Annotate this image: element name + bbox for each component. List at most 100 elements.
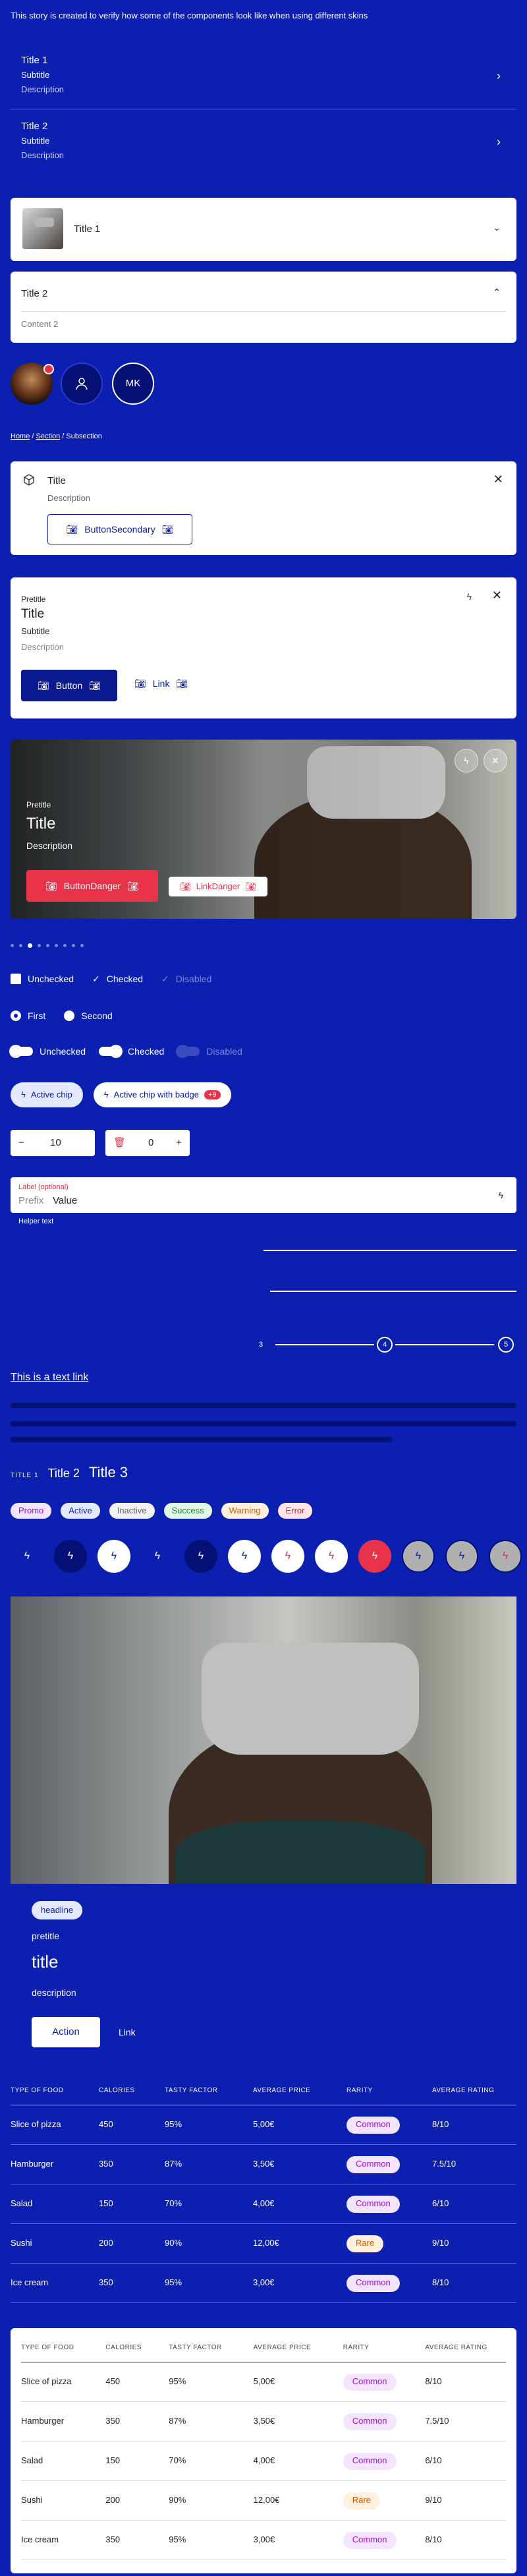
lightning-icon-button-danger[interactable]: ϟ xyxy=(358,1540,391,1573)
card-description: Description xyxy=(21,642,65,652)
dot[interactable] xyxy=(72,944,75,947)
lightning-icon-button-media[interactable]: ϟ xyxy=(489,1540,522,1573)
active-chip[interactable]: ϟ Active chip xyxy=(11,1082,83,1107)
link-button[interactable]: 📷︎ Link 📷︎ xyxy=(134,678,188,689)
table-cell: 95% xyxy=(169,2534,186,2545)
check-icon: ✓ xyxy=(92,974,100,984)
dot[interactable] xyxy=(80,944,84,947)
lightning-icon-button-media[interactable]: ϟ xyxy=(402,1540,435,1573)
switch-unchecked[interactable]: Unchecked xyxy=(9,1045,86,1059)
step-current[interactable]: 3 xyxy=(253,1337,269,1353)
active-chip-with-badge[interactable]: ϟ Active chip with badge +9 xyxy=(93,1082,231,1107)
quantity-stepper[interactable]: − 10 xyxy=(11,1130,95,1156)
rarity-tag: Rare xyxy=(343,2492,380,2509)
lightning-icon-button-media[interactable]: ϟ xyxy=(445,1540,478,1573)
slider-track[interactable] xyxy=(270,1291,516,1292)
switch-checked[interactable]: Checked xyxy=(99,1045,165,1059)
table-cell: 5,00€ xyxy=(253,2376,275,2387)
breadcrumb: Home / Section / Subsection xyxy=(11,432,102,440)
checkbox-unchecked[interactable]: Unchecked xyxy=(11,973,74,985)
list-item[interactable]: Title 1 Subtitle Description › xyxy=(11,44,516,109)
lightning-icon: ϟ xyxy=(103,1089,109,1099)
secondary-button[interactable]: 📷︎ ButtonSecondary 📷︎ xyxy=(47,514,192,544)
text-field[interactable]: Label (optional) Prefix Value ϟ xyxy=(11,1177,516,1213)
dot[interactable] xyxy=(19,944,22,947)
title-2: Title 2 xyxy=(47,1467,80,1480)
media-card-link[interactable]: Link xyxy=(119,2026,136,2038)
lightning-icon-button[interactable]: ϟ xyxy=(11,1540,43,1573)
stepper-value: 0 xyxy=(148,1137,154,1149)
lightning-icon-button[interactable]: ϟ xyxy=(184,1540,217,1573)
switch-label: Unchecked xyxy=(40,1046,86,1057)
camera-icon: 📷︎ xyxy=(127,880,139,891)
rarity-cell: Rare xyxy=(343,2492,426,2509)
trash-icon[interactable]: 🗑︎ xyxy=(113,1136,126,1150)
lightning-icon[interactable]: ϟ xyxy=(455,749,478,773)
rarity-cell: Common xyxy=(343,2413,426,2430)
breadcrumb-section[interactable]: Section xyxy=(36,432,61,440)
rarity-tag: Common xyxy=(347,2116,400,2134)
lightning-icon-button[interactable]: ϟ xyxy=(97,1540,130,1573)
rarity-tag: Common xyxy=(343,2373,397,2391)
text-link[interactable]: This is a text link xyxy=(11,1371,88,1385)
dot-active[interactable] xyxy=(28,943,32,948)
lightning-icon-button-danger[interactable]: ϟ xyxy=(315,1540,348,1573)
dot[interactable] xyxy=(55,944,58,947)
column-header: CALORIES xyxy=(105,2344,142,2351)
dot[interactable] xyxy=(63,944,67,947)
danger-button-label: ButtonDanger xyxy=(63,880,121,891)
minus-icon[interactable]: − xyxy=(18,1136,24,1150)
table-cell: Salad xyxy=(11,2198,33,2209)
step-4[interactable]: 4 xyxy=(377,1337,393,1353)
slider-track[interactable] xyxy=(264,1250,516,1251)
table-cell: 8/10 xyxy=(425,2534,442,2545)
table-cell: 6/10 xyxy=(432,2198,449,2209)
quantity-stepper[interactable]: 🗑︎ 0 + xyxy=(105,1130,190,1156)
dot[interactable] xyxy=(38,944,41,947)
table-cell: Hamburger xyxy=(11,2159,54,2169)
breadcrumb-home[interactable]: Home xyxy=(11,432,30,440)
close-icon[interactable]: ✕ xyxy=(484,749,507,773)
carousel-dots[interactable] xyxy=(11,943,84,948)
lightning-icon-button[interactable]: ϟ xyxy=(141,1540,174,1573)
card-title: Title xyxy=(21,607,45,621)
table-header: TYPE OF FOOD CALORIES TASTY FACTOR AVERAGE … xyxy=(21,2333,506,2362)
switch-disabled: Disabled xyxy=(176,1045,242,1059)
table-cell: Slice of pizza xyxy=(21,2376,72,2387)
avatar-user-icon[interactable] xyxy=(61,363,103,405)
dot[interactable] xyxy=(46,944,49,947)
switch-label: Checked xyxy=(128,1046,165,1057)
avatar-photo[interactable] xyxy=(11,363,54,405)
field-value[interactable]: Value xyxy=(53,1194,77,1208)
lightning-icon-button[interactable]: ϟ xyxy=(228,1540,261,1573)
radio-first[interactable]: First xyxy=(11,1010,45,1022)
primary-button[interactable]: 📷︎ Button 📷︎ xyxy=(21,670,117,701)
close-icon[interactable]: ✕ xyxy=(492,588,502,603)
chevron-up-icon: ⌃ xyxy=(493,287,501,297)
table-cell: 3,50€ xyxy=(253,2416,275,2426)
close-icon[interactable]: ✕ xyxy=(493,472,503,487)
table-cell: 95% xyxy=(165,2277,182,2288)
step-5[interactable]: 5 xyxy=(498,1337,514,1353)
avatar-initials[interactable]: MK xyxy=(112,363,154,405)
switch-group: Unchecked Checked Disabled xyxy=(9,1045,242,1059)
lightning-icon[interactable]: ϟ xyxy=(499,1189,503,1201)
danger-link[interactable]: 📷︎ LinkDanger 📷︎ xyxy=(169,877,267,896)
table-cell: 8/10 xyxy=(432,2119,449,2130)
lightning-icon[interactable]: ϟ xyxy=(467,591,472,602)
stepper-group: − 10 🗑︎ 0 + xyxy=(11,1130,190,1156)
dot[interactable] xyxy=(11,944,14,947)
table-cell: Salad xyxy=(21,2455,43,2466)
action-button[interactable]: Action xyxy=(32,2017,100,2047)
danger-button[interactable]: 📷︎ ButtonDanger 📷︎ xyxy=(26,870,158,902)
camera-icon: 📷︎ xyxy=(89,680,101,691)
field-helper-text: Helper text xyxy=(18,1217,54,1225)
accordion-item-1[interactable]: Title 1 ⌄ xyxy=(11,198,516,261)
accordion-item-2[interactable]: Title 2 ⌃ Content 2 xyxy=(11,272,516,343)
checkbox-checked[interactable]: ✓ Checked xyxy=(92,973,143,985)
radio-second[interactable]: Second xyxy=(64,1010,113,1022)
plus-icon[interactable]: + xyxy=(176,1136,182,1150)
lightning-icon-button[interactable]: ϟ xyxy=(54,1540,87,1573)
list-item[interactable]: Title 2 Subtitle Description › xyxy=(11,109,516,175)
lightning-icon-button-danger[interactable]: ϟ xyxy=(271,1540,304,1573)
